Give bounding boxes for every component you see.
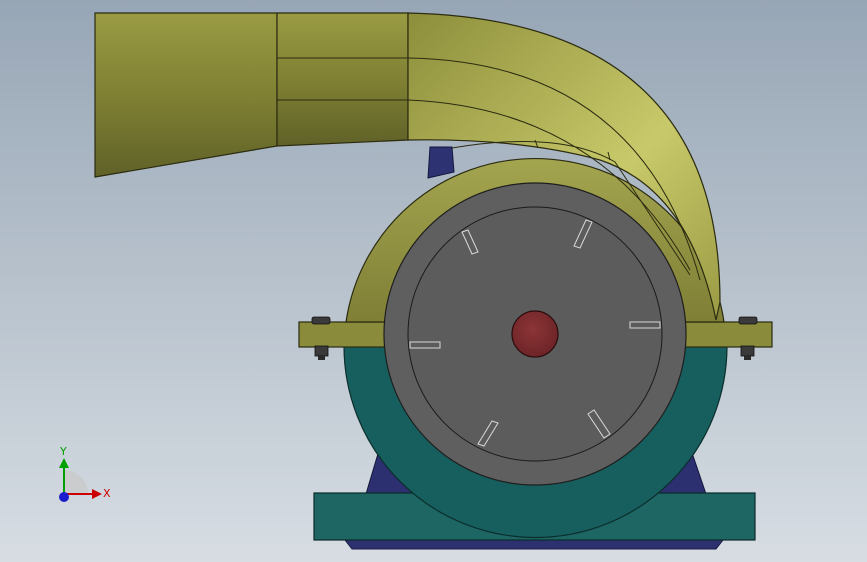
- vane: [629, 321, 661, 329]
- vane: [409, 341, 441, 349]
- triad-arc: [64, 470, 88, 494]
- inlet-collar[interactable]: [427, 146, 455, 179]
- z-axis-dot: [59, 492, 69, 502]
- y-axis-label: Y: [59, 445, 67, 458]
- coordinate-triad: Y X: [59, 445, 111, 502]
- rotor-hub[interactable]: [511, 310, 559, 358]
- discharge-duct[interactable]: [94, 12, 278, 178]
- graphics-viewport[interactable]: Y X: [0, 0, 867, 562]
- fan-model[interactable]: Y X: [0, 0, 867, 562]
- x-axis-arrow: [92, 489, 102, 499]
- y-axis-arrow: [59, 458, 69, 468]
- duct-straight-section[interactable]: [276, 12, 409, 147]
- x-axis-label: X: [103, 487, 111, 500]
- bottom-skid[interactable]: [343, 539, 725, 550]
